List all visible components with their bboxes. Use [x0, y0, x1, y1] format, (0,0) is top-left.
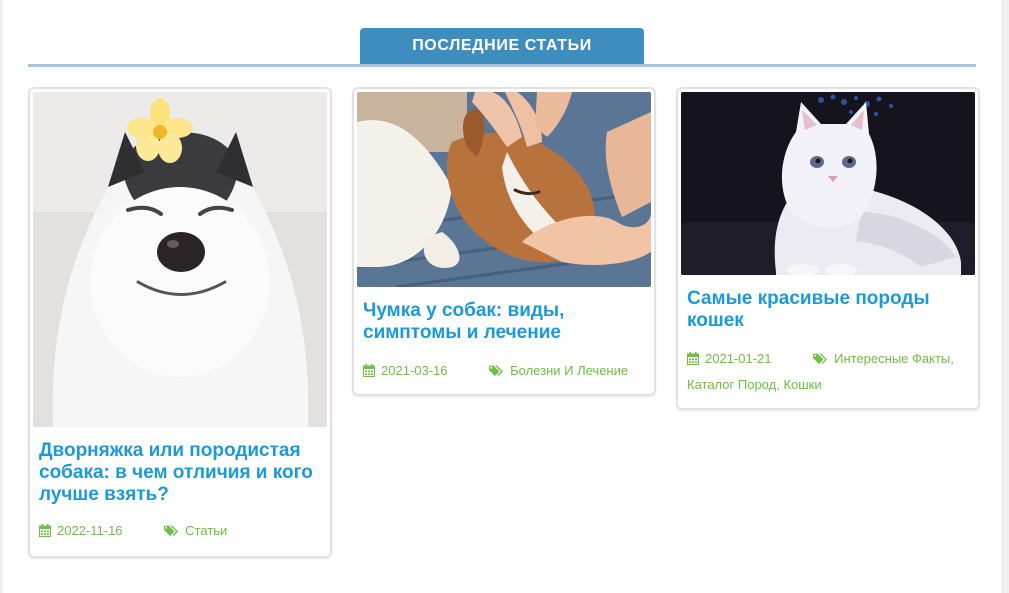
article-title[interactable]: Дворняжка или породистая собака: в чем о…: [39, 440, 321, 506]
article-date: 2022-11-16: [39, 518, 123, 544]
article-card: Самые красивые породы кошек 2021-01-21 И…: [676, 87, 980, 410]
section-title: ПОСЛЕДНИЕ СТАТЬИ: [360, 28, 644, 64]
article-card: Дворняжка или породистая собака: в чем о…: [28, 87, 332, 558]
article-categories: Болезни И Лечение: [486, 363, 628, 378]
tags-icon: [164, 525, 179, 536]
article-date: 2021-03-16: [363, 358, 448, 384]
section-divider: [28, 64, 976, 67]
article-meta: 2021-03-16 Болезни И Лечение: [363, 358, 646, 384]
tags-icon: [489, 365, 504, 376]
calendar-icon: [363, 364, 375, 377]
article-title[interactable]: Самые красивые породы кошек: [687, 288, 969, 332]
category-link[interactable]: Болезни И Лечение: [510, 363, 628, 378]
article-image-cat[interactable]: [681, 92, 975, 275]
tags-icon: [813, 353, 828, 364]
category-link[interactable]: Каталог Пород: [687, 377, 776, 392]
category-link[interactable]: Интересные Факты: [834, 351, 950, 366]
section-header: ПОСЛЕДНИЕ СТАТЬИ: [28, 28, 976, 68]
article-image-dog[interactable]: [357, 92, 651, 287]
calendar-icon: [687, 352, 699, 365]
article-meta: 2021-01-21 Интересные Факты, Каталог Пор…: [687, 346, 970, 398]
category-link[interactable]: Кошки: [783, 377, 821, 392]
category-link[interactable]: Статьи: [185, 523, 227, 538]
calendar-icon: [39, 524, 51, 537]
article-title[interactable]: Чумка у собак: виды, симптомы и лечение: [363, 300, 645, 344]
page: ПОСЛЕДНИЕ СТАТЬИ Дворняжка или породиста…: [3, 0, 1001, 593]
article-image-husky[interactable]: [33, 92, 327, 427]
article-card: Чумка у собак: виды, симптомы и лечение …: [352, 87, 656, 396]
article-meta: 2022-11-16 Статьи: [39, 518, 322, 544]
article-categories: Статьи: [161, 523, 227, 538]
article-date: 2021-01-21: [687, 346, 772, 372]
